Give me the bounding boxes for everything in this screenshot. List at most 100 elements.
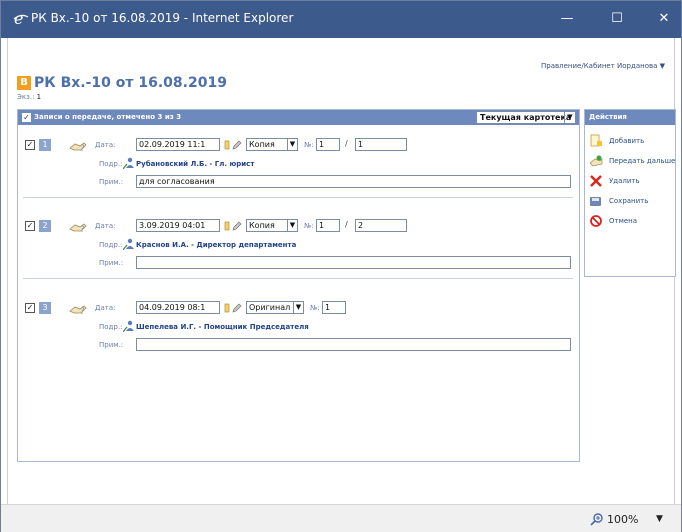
save-icon (590, 197, 601, 206)
delete-label: Удалить (609, 177, 640, 185)
number-field-b[interactable]: 1 (355, 138, 407, 151)
cabinet-select-value: Текущая картотека (480, 113, 572, 122)
number-field-a[interactable]: 1 (322, 301, 346, 314)
copy-type-select[interactable]: Копия ▼ (246, 138, 298, 151)
number-field-b[interactable]: 2 (355, 219, 407, 232)
chevron-down-icon[interactable]: ▼ (656, 514, 663, 524)
time-icon[interactable] (222, 140, 232, 150)
note-field[interactable] (136, 256, 571, 269)
note-field[interactable]: для согласования (136, 175, 571, 188)
user-icon (123, 157, 134, 169)
hand-transfer-icon: ? (69, 142, 87, 152)
dept-label: Подр.: (99, 160, 123, 168)
records-header: ✓ Записи о передаче, отмечено 3 из 3 Тек… (18, 110, 579, 125)
number-label: №: (304, 141, 314, 149)
pencil-icon[interactable] (232, 140, 242, 150)
pencil-icon[interactable] (232, 303, 242, 313)
hand-transfer-icon: ? (69, 223, 87, 233)
transfer-records-panel: ✓ Записи о передаче, отмечено 3 из 3 Тек… (17, 109, 580, 462)
slash-separator: / (345, 220, 348, 229)
forward-label: Передать дальше (609, 157, 676, 165)
status-bar: 100% ▼ (1, 504, 681, 532)
save-label: Сохранить (609, 197, 649, 205)
minimize-button[interactable]: — (552, 6, 582, 32)
actions-panel: Действия Добавить Передать дальше Удалит… (584, 109, 676, 277)
add-label: Добавить (609, 137, 645, 145)
record-number: 2 (39, 220, 51, 232)
date-field[interactable]: 02.09.2019 11:1 (136, 138, 220, 151)
copy-type-select[interactable]: Копия ▼ (246, 219, 298, 232)
save-button[interactable]: Сохранить (589, 194, 675, 208)
chevron-down-icon: ▼ (287, 139, 297, 150)
recipient-link[interactable]: Шепелева И.Г. - Помощник Председателя (136, 323, 309, 331)
copy-type-value: Оригинал (249, 303, 291, 312)
forward-button[interactable]: Передать дальше (589, 154, 675, 168)
svg-text:?: ? (80, 225, 85, 233)
title-bar: e РК Вх.-10 от 16.08.2019 - Internet Exp… (1, 1, 681, 38)
svg-text:?: ? (80, 144, 85, 152)
date-label: Дата: (95, 141, 116, 149)
cancel-label: Отмена (609, 217, 638, 225)
dept-label: Подр.: (99, 241, 123, 249)
hand-transfer-icon: ? (69, 305, 87, 315)
copy-type-value: Копия (249, 221, 275, 230)
note-label: Прим.: (99, 178, 124, 186)
copy-type-value: Копия (249, 140, 275, 149)
divider (23, 278, 573, 279)
date-field[interactable]: 3.09.2019 04:01 (136, 219, 220, 232)
number-label: №: (310, 304, 320, 312)
cabinet-select[interactable]: Текущая картотека ▼ (476, 111, 576, 124)
copies-value: 1 (36, 93, 42, 101)
user-icon (123, 238, 134, 250)
slash-separator: / (345, 139, 348, 148)
zoom-icon[interactable] (590, 512, 604, 526)
pencil-icon[interactable] (232, 221, 242, 231)
add-button[interactable]: Добавить (589, 134, 675, 148)
date-label: Дата: (95, 304, 116, 312)
record-checkbox[interactable]: ✓ (25, 221, 35, 231)
number-label: №: (304, 222, 314, 230)
actions-header: Действия (585, 110, 675, 125)
user-icon (123, 320, 134, 332)
chevron-down-icon: ▼ (287, 220, 297, 231)
copy-type-select[interactable]: Оригинал ▼ (246, 301, 304, 314)
copies-info: Экз.: 1 (17, 93, 41, 101)
select-all-checkbox[interactable]: ✓ (22, 113, 31, 122)
record-number: 3 (39, 302, 51, 314)
cancel-button[interactable]: Отмена (589, 214, 675, 228)
forward-icon (589, 155, 603, 167)
svg-text:?: ? (80, 307, 85, 315)
time-icon[interactable] (222, 303, 232, 313)
close-button[interactable]: ✕ (649, 6, 679, 32)
dept-label: Подр.: (99, 323, 123, 331)
copies-label: Экз.: (17, 93, 35, 101)
recipient-link[interactable]: Рубановский Л.Б. - Гл. юрист (136, 160, 254, 168)
record-checkbox[interactable]: ✓ (25, 303, 35, 313)
maximize-button[interactable]: ☐ (602, 6, 632, 32)
add-icon (590, 134, 602, 147)
delete-button[interactable]: Удалить (589, 174, 675, 188)
doc-type-badge: В (17, 76, 31, 90)
browser-window: e РК Вх.-10 от 16.08.2019 - Internet Exp… (0, 0, 682, 532)
date-field[interactable]: 04.09.2019 08:1 (136, 301, 220, 314)
time-icon[interactable] (222, 221, 232, 231)
zoom-level[interactable]: 100% (607, 513, 638, 526)
recipient-link[interactable]: Краснов И.А. - Директор департамента (136, 241, 296, 249)
record-checkbox[interactable]: ✓ (25, 140, 35, 150)
note-label: Прим.: (99, 259, 124, 267)
records-header-label: Записи о передаче, отмечено 3 из 3 (34, 113, 182, 121)
cabinet-breadcrumb[interactable]: Правление/Кабинет Иорданова ▼ (541, 62, 665, 70)
record-number: 1 (39, 139, 51, 151)
page-title: РК Вх.-10 от 16.08.2019 (34, 75, 227, 91)
number-field-a[interactable]: 1 (316, 219, 340, 232)
page-content: Правление/Кабинет Иорданова ▼ В РК Вх.-1… (7, 38, 676, 504)
cancel-icon (590, 215, 602, 227)
chevron-down-icon: ▼ (293, 302, 303, 313)
delete-icon (590, 175, 602, 187)
divider (23, 197, 573, 198)
window-title: РК Вх.-10 от 16.08.2019 - Internet Explo… (31, 11, 294, 25)
number-field-a[interactable]: 1 (316, 138, 340, 151)
internet-explorer-icon: e (13, 10, 29, 26)
note-field[interactable] (136, 338, 571, 351)
chevron-down-icon: ▼ (564, 112, 575, 123)
